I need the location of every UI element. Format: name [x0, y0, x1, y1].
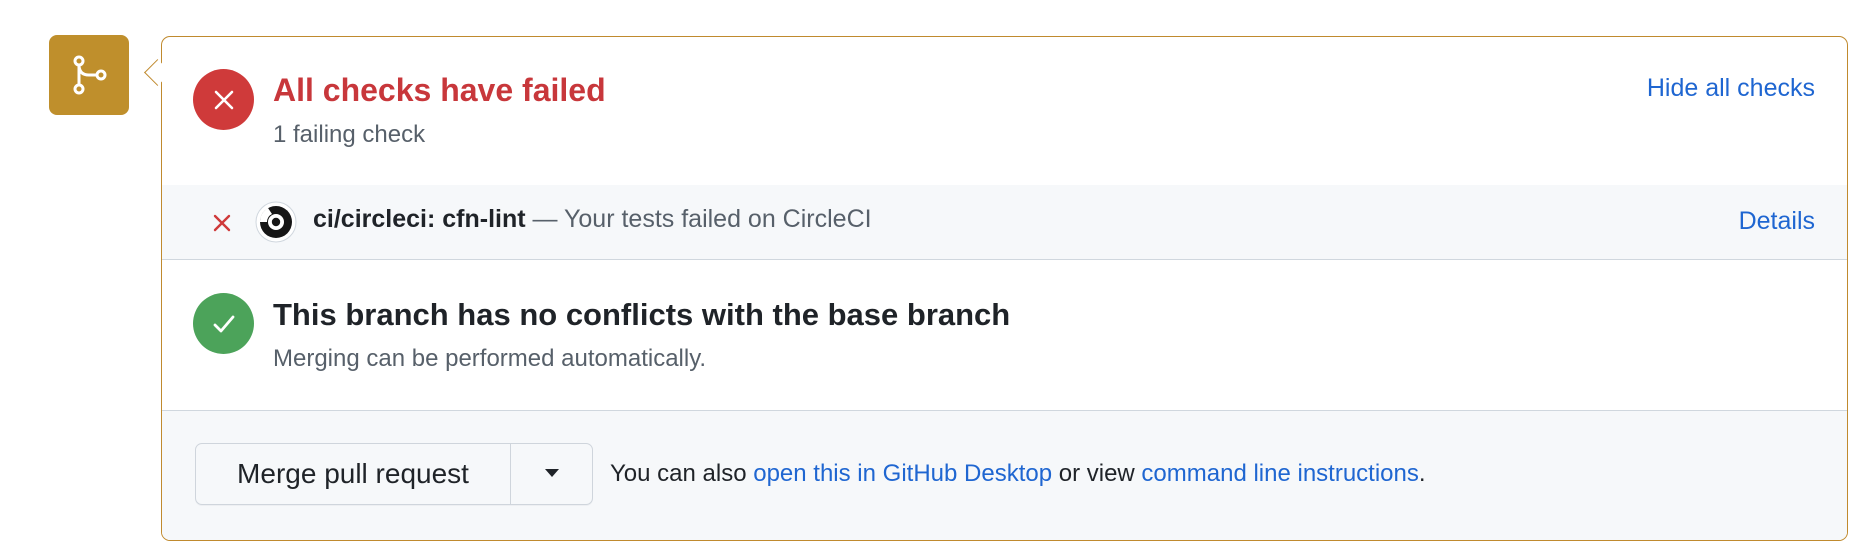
- check-text: ci/circleci: cfn-lint — Your tests faile…: [313, 205, 872, 234]
- also-prefix: You can also: [610, 460, 754, 487]
- command-line-instructions-link[interactable]: command line instructions: [1141, 460, 1418, 487]
- checks-status-subtitle: 1 failing check: [273, 121, 426, 148]
- merge-options-dropdown[interactable]: [511, 444, 592, 504]
- merge-button-group: Merge pull request: [195, 443, 593, 505]
- git-merge-icon: [49, 35, 129, 115]
- merge-actions: Merge pull request You can also open thi…: [162, 411, 1847, 540]
- x-icon: [212, 213, 232, 238]
- merge-status: This branch has no conflicts with the ba…: [162, 260, 1847, 411]
- check-description: Your tests failed on CircleCI: [564, 205, 872, 233]
- check-row: ci/circleci: cfn-lint — Your tests faile…: [162, 185, 1847, 260]
- x-circle-icon: [193, 69, 254, 130]
- merge-box: All checks have failed 1 failing check H…: [161, 36, 1848, 541]
- check-separator: —: [525, 205, 565, 233]
- also-suffix: .: [1418, 460, 1426, 487]
- details-link[interactable]: Details: [1739, 207, 1815, 236]
- also-middle: or view: [1052, 460, 1142, 487]
- open-github-desktop-link[interactable]: open this in GitHub Desktop: [753, 460, 1052, 487]
- hide-all-checks-link[interactable]: Hide all checks: [1647, 74, 1815, 103]
- circleci-logo: [254, 200, 298, 244]
- check-circle-icon: [193, 293, 254, 354]
- alternative-merge-text: You can also open this in GitHub Desktop…: [610, 460, 1426, 488]
- checks-status-title: All checks have failed: [273, 72, 606, 108]
- merge-status-subtitle: Merging can be performed automatically.: [273, 345, 707, 372]
- triangle-down-icon: [544, 465, 560, 483]
- merge-status-title: This branch has no conflicts with the ba…: [273, 297, 1011, 332]
- checks-summary: All checks have failed 1 failing check H…: [162, 37, 1847, 186]
- check-name: ci/circleci: cfn-lint: [313, 205, 526, 233]
- merge-pull-request-button[interactable]: Merge pull request: [196, 444, 511, 504]
